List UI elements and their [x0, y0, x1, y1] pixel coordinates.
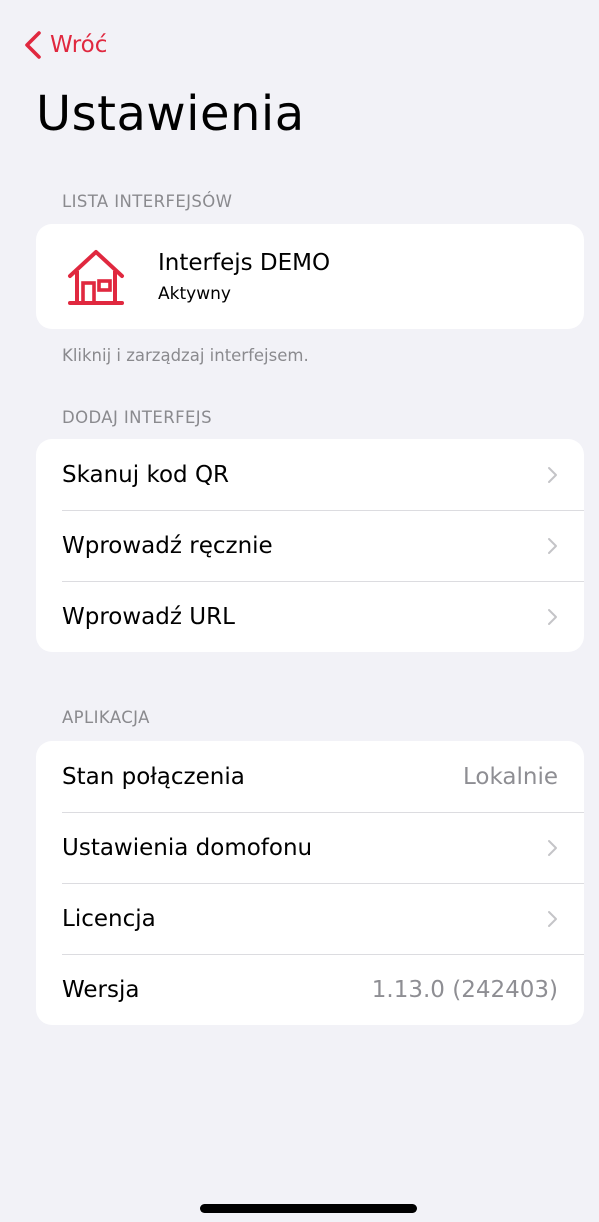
connection-status-value: Lokalnie: [463, 763, 558, 790]
home-indicator[interactable]: [200, 1204, 417, 1213]
chevron-left-icon: [25, 31, 41, 59]
chevron-right-icon: [548, 839, 557, 856]
version-value: 1.13.0 (242403): [371, 976, 558, 1003]
license-row[interactable]: Licencja: [36, 883, 584, 954]
version-row: Wersja 1.13.0 (242403): [36, 954, 584, 1025]
row-label: Wprowadź ręcznie: [62, 532, 273, 559]
app-card: Stan połączenia Lokalnie Ustawienia domo…: [36, 741, 584, 1025]
manual-entry-row[interactable]: Wprowadź ręcznie: [36, 510, 584, 581]
interface-name: Interfejs DEMO: [158, 249, 331, 276]
house-icon: [68, 249, 124, 305]
row-label: Wersja: [62, 976, 140, 1003]
scan-qr-row[interactable]: Skanuj kod QR: [36, 439, 584, 510]
add-interface-card: Skanuj kod QR Wprowadź ręcznie Wprowadź …: [36, 439, 584, 652]
page-title: Ustawienia: [36, 86, 305, 142]
interfaces-section-header: LISTA INTERFEJSÓW: [62, 192, 233, 211]
row-label: Skanuj kod QR: [62, 461, 230, 488]
interfaces-card: Interfejs DEMO Aktywny: [36, 224, 584, 329]
row-label: Stan połączenia: [62, 763, 245, 790]
chevron-right-icon: [548, 537, 557, 554]
back-button[interactable]: Wróć: [24, 30, 107, 60]
app-section-header: APLIKACJA: [62, 708, 150, 727]
intercom-settings-row[interactable]: Ustawienia domofonu: [36, 812, 584, 883]
chevron-right-icon: [548, 608, 557, 625]
row-label: Ustawienia domofonu: [62, 834, 313, 861]
connection-status-row: Stan połączenia Lokalnie: [36, 741, 584, 812]
chevron-right-icon: [548, 466, 557, 483]
interfaces-section-footer: Kliknij i zarządzaj interfejsem.: [62, 346, 309, 365]
url-entry-row[interactable]: Wprowadź URL: [36, 581, 584, 652]
back-label: Wróć: [50, 32, 108, 58]
interface-status: Aktywny: [158, 283, 231, 304]
row-label: Wprowadź URL: [62, 603, 235, 630]
interface-item-demo[interactable]: Interfejs DEMO Aktywny: [36, 224, 584, 329]
chevron-right-icon: [548, 910, 557, 927]
add-section-header: DODAJ INTERFEJS: [62, 408, 212, 427]
row-label: Licencja: [62, 905, 156, 932]
